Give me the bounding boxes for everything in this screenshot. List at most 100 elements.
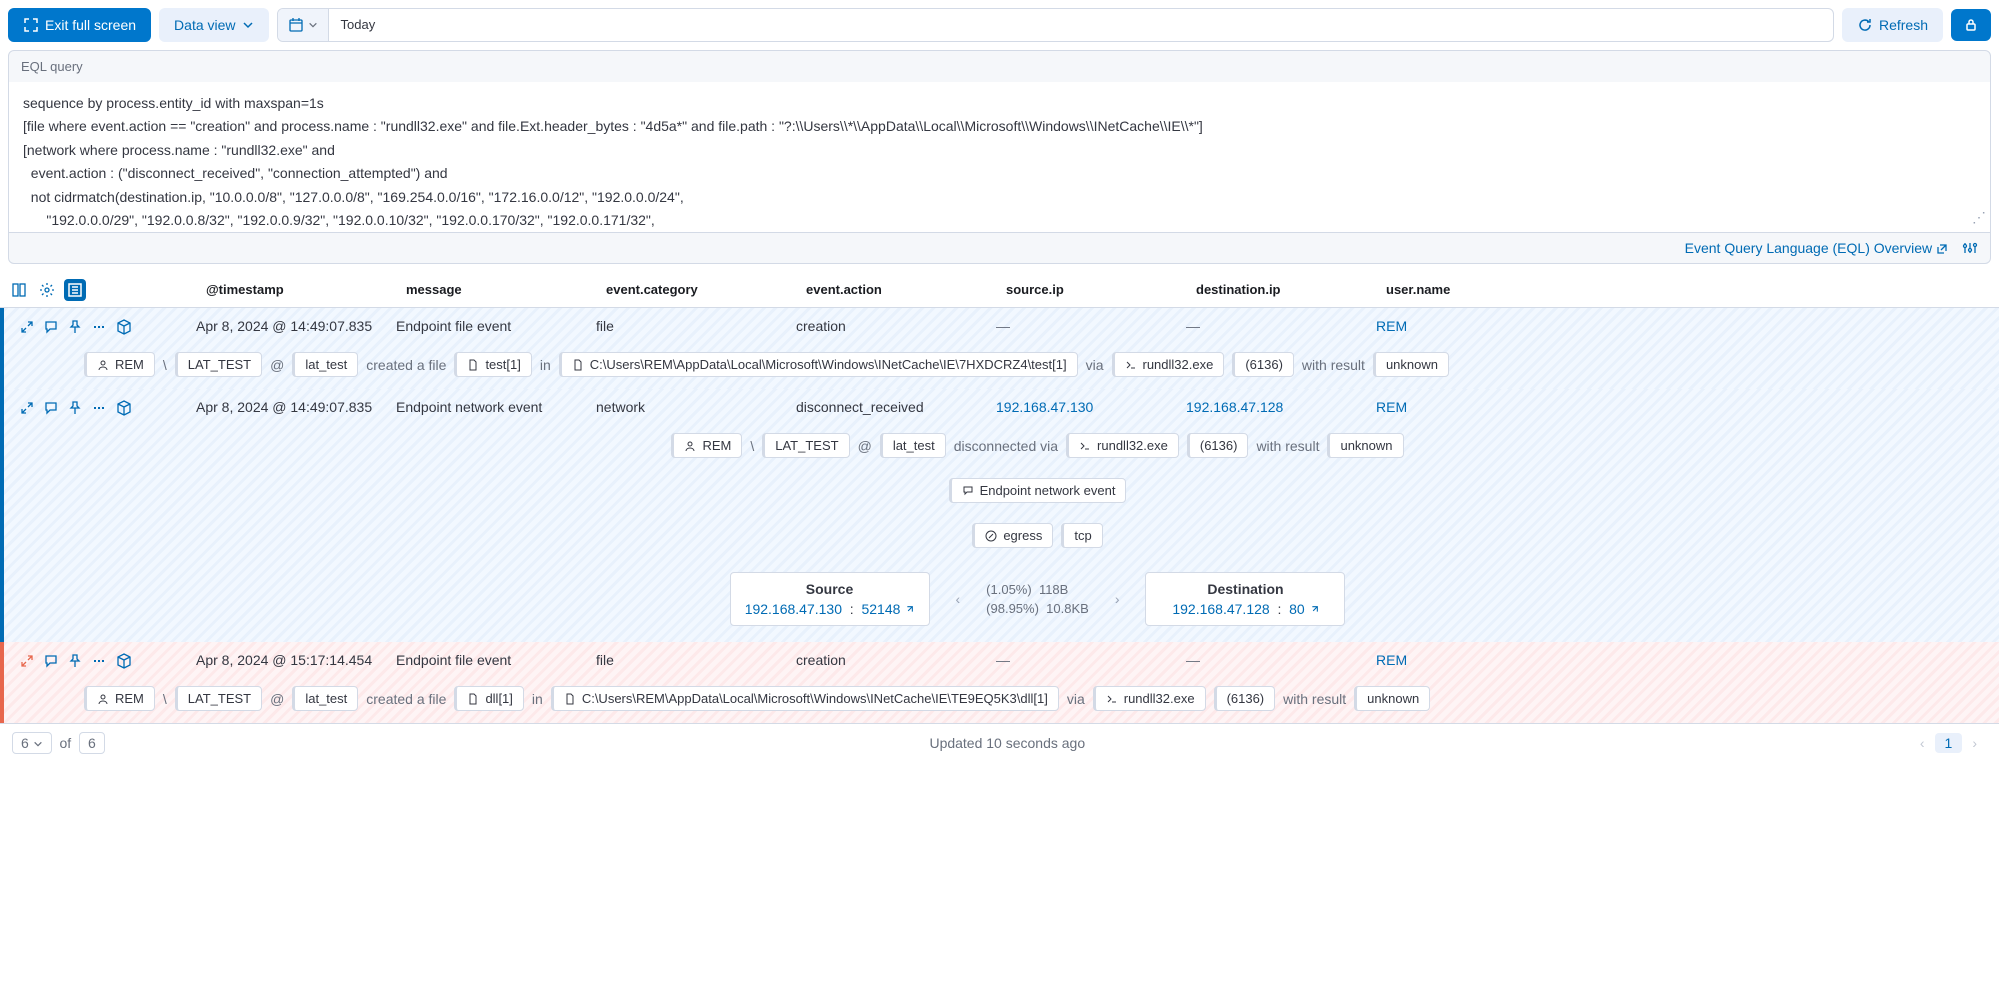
- process-chip[interactable]: rundll32.exe: [1112, 352, 1225, 377]
- comment-icon[interactable]: [44, 399, 58, 415]
- page-size-select[interactable]: 6: [12, 732, 52, 754]
- pid-chip[interactable]: (6136): [1187, 433, 1249, 458]
- cube-icon[interactable]: [116, 317, 132, 334]
- expand-rows-icon[interactable]: [64, 279, 86, 301]
- pin-icon[interactable]: [68, 399, 82, 415]
- cell-category: file: [588, 314, 788, 338]
- dest-port-link[interactable]: 80: [1289, 601, 1305, 617]
- page-number[interactable]: 1: [1935, 733, 1963, 753]
- cell-user[interactable]: REM: [1368, 395, 1991, 419]
- cell-user[interactable]: REM: [1368, 648, 1991, 672]
- protocol-chip[interactable]: tcp: [1061, 523, 1102, 548]
- cube-icon[interactable]: [116, 651, 132, 668]
- path-chip[interactable]: C:\Users\REM\AppData\Local\Microsoft\Win…: [559, 352, 1078, 377]
- pin-icon[interactable]: [68, 652, 82, 668]
- process-chip[interactable]: rundll32.exe: [1093, 686, 1206, 711]
- layout-columns-icon[interactable]: [8, 279, 30, 301]
- refresh-icon: [1857, 17, 1873, 33]
- gear-icon[interactable]: [36, 279, 58, 301]
- eql-overview-label: Event Query Language (EQL) Overview: [1685, 240, 1932, 256]
- pid-chip[interactable]: (6136): [1214, 686, 1276, 711]
- host-lower-chip[interactable]: lat_test: [292, 686, 358, 711]
- expand-icon[interactable]: [20, 652, 34, 668]
- cell-destip[interactable]: 192.168.47.128: [1178, 395, 1368, 419]
- column-timestamp[interactable]: @timestamp: [198, 276, 398, 303]
- pid-chip[interactable]: (6136): [1232, 352, 1294, 377]
- data-view-label: Data view: [174, 17, 235, 33]
- calendar-icon: [288, 17, 304, 33]
- host-chip[interactable]: LAT_TEST: [175, 686, 262, 711]
- result-chip[interactable]: unknown: [1373, 352, 1449, 377]
- comment-icon[interactable]: [44, 318, 58, 334]
- host-lower-chip[interactable]: lat_test: [880, 433, 946, 458]
- cell-destip: —: [1178, 314, 1368, 338]
- column-category[interactable]: event.category: [598, 276, 798, 303]
- cell-message: Endpoint network event: [388, 395, 588, 419]
- file-chip[interactable]: test[1]: [454, 352, 531, 377]
- external-link-icon: [904, 605, 914, 615]
- source-ip-link[interactable]: 192.168.47.130: [745, 601, 842, 617]
- cell-timestamp: Apr 8, 2024 @ 14:49:07.835: [188, 314, 388, 338]
- file-chip[interactable]: dll[1]: [454, 686, 523, 711]
- cell-destip: —: [1178, 648, 1368, 672]
- cell-sourceip[interactable]: 192.168.47.130: [988, 395, 1178, 419]
- external-link-icon: [1936, 243, 1948, 255]
- column-destip[interactable]: destination.ip: [1188, 276, 1378, 303]
- user-icon: [97, 359, 109, 371]
- external-link-icon: [1309, 605, 1319, 615]
- column-user[interactable]: user.name: [1378, 276, 1991, 303]
- date-picker-icon-button[interactable]: [278, 9, 329, 41]
- column-action[interactable]: event.action: [798, 276, 998, 303]
- cell-sourceip: —: [988, 314, 1178, 338]
- user-chip[interactable]: REM: [84, 686, 155, 711]
- result-chip[interactable]: unknown: [1327, 433, 1403, 458]
- user-chip[interactable]: REM: [671, 433, 742, 458]
- lock-icon: [1963, 17, 1979, 33]
- query-editor[interactable]: sequence by process.entity_id with maxsp…: [9, 82, 1990, 232]
- date-range-picker[interactable]: Today: [277, 8, 1834, 42]
- pin-icon[interactable]: [68, 318, 82, 334]
- dest-ip-link[interactable]: 192.168.47.128: [1172, 601, 1269, 617]
- lock-button[interactable]: [1951, 9, 1991, 41]
- column-sourceip[interactable]: source.ip: [998, 276, 1188, 303]
- data-view-button[interactable]: Data view: [159, 8, 268, 42]
- refresh-label: Refresh: [1879, 17, 1928, 33]
- settings-sliders-icon[interactable]: [1962, 239, 1978, 257]
- cell-user[interactable]: REM: [1368, 314, 1991, 338]
- result-chip[interactable]: unknown: [1354, 686, 1430, 711]
- cell-timestamp: Apr 8, 2024 @ 15:17:14.454: [188, 648, 388, 672]
- more-icon[interactable]: [92, 318, 106, 334]
- query-text: sequence by process.entity_id with maxsp…: [23, 95, 1203, 232]
- process-chip[interactable]: rundll32.exe: [1066, 433, 1179, 458]
- cell-timestamp: Apr 8, 2024 @ 14:49:07.835: [188, 395, 388, 419]
- total-count: 6: [79, 732, 105, 754]
- host-chip[interactable]: LAT_TEST: [762, 433, 849, 458]
- source-port-link[interactable]: 52148: [861, 601, 900, 617]
- exit-fullscreen-button[interactable]: Exit full screen: [8, 8, 151, 42]
- direction-chip[interactable]: egress: [972, 523, 1053, 548]
- cube-icon[interactable]: [116, 398, 132, 415]
- date-range-text[interactable]: Today: [329, 9, 1833, 41]
- prev-page-button[interactable]: ‹: [1910, 735, 1935, 751]
- path-chip[interactable]: C:\Users\REM\AppData\Local\Microsoft\Win…: [551, 686, 1059, 711]
- host-lower-chip[interactable]: lat_test: [292, 352, 358, 377]
- comment-icon[interactable]: [44, 652, 58, 668]
- host-chip[interactable]: LAT_TEST: [175, 352, 262, 377]
- chevron-down-icon: [242, 19, 254, 31]
- resize-handle-icon[interactable]: ⋰: [1972, 206, 1986, 228]
- event-label-chip[interactable]: Endpoint network event: [949, 478, 1127, 503]
- refresh-button[interactable]: Refresh: [1842, 8, 1943, 42]
- expand-icon[interactable]: [20, 399, 34, 415]
- next-page-button[interactable]: ›: [1962, 735, 1987, 751]
- user-chip[interactable]: REM: [84, 352, 155, 377]
- expand-icon[interactable]: [20, 318, 34, 334]
- cell-action: creation: [788, 314, 988, 338]
- column-message[interactable]: message: [398, 276, 598, 303]
- fullscreen-exit-icon: [23, 17, 39, 33]
- eql-overview-link[interactable]: Event Query Language (EQL) Overview: [1685, 240, 1948, 256]
- more-icon[interactable]: [92, 399, 106, 415]
- compass-icon: [985, 530, 997, 542]
- user-icon: [684, 440, 696, 452]
- more-icon[interactable]: [92, 652, 106, 668]
- cell-message: Endpoint file event: [388, 314, 588, 338]
